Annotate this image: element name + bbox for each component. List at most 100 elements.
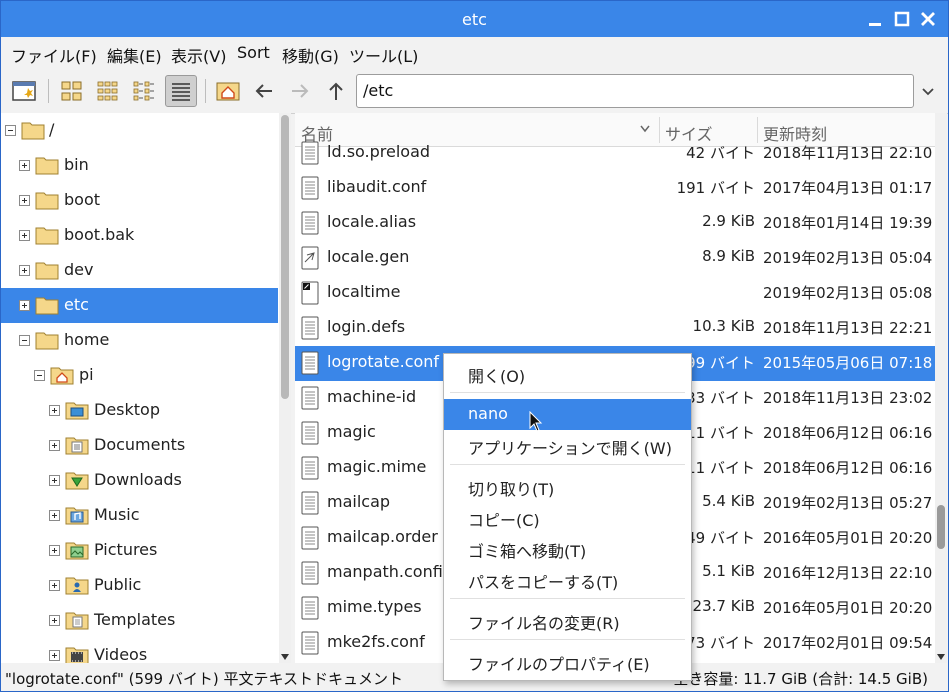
title-bar[interactable]: etc bbox=[1, 1, 948, 37]
expand-icon[interactable] bbox=[19, 195, 30, 206]
videos-folder-icon bbox=[65, 647, 89, 663]
menu-item-copy-path[interactable]: パスをコピーする(T) bbox=[444, 564, 691, 595]
menu-view[interactable]: 表示(V) bbox=[171, 43, 226, 67]
scrollbar-thumb[interactable] bbox=[281, 115, 289, 399]
file-row[interactable]: locale.gen 8.9 KiB 2019年02月13日 05:04 bbox=[295, 241, 935, 276]
sort-chevron-down-icon[interactable] bbox=[639, 124, 651, 134]
file-row[interactable]: libaudit.conf 191 バイト 2017年04月13日 01:17 bbox=[295, 171, 935, 206]
back-button[interactable] bbox=[251, 78, 277, 104]
tree-item-documents[interactable]: Documents bbox=[1, 428, 278, 463]
collapse-icon[interactable] bbox=[19, 335, 30, 346]
tree-item-boot[interactable]: boot bbox=[1, 183, 278, 218]
tree-item-etc[interactable]: etc bbox=[1, 288, 278, 323]
collapse-icon[interactable] bbox=[34, 370, 45, 381]
folder-icon bbox=[35, 332, 59, 350]
menu-tools[interactable]: ツール(L) bbox=[349, 43, 418, 67]
expand-icon[interactable] bbox=[49, 405, 60, 416]
path-input[interactable]: /etc bbox=[356, 74, 914, 108]
file-list-scrollbar[interactable] bbox=[935, 113, 947, 663]
icon-view-button[interactable] bbox=[59, 78, 85, 104]
tree-item-home[interactable]: home bbox=[1, 323, 278, 358]
tree-item-videos[interactable]: Videos bbox=[1, 638, 278, 663]
menu-item-move-to-trash[interactable]: ゴミ箱へ移動(T) bbox=[444, 533, 691, 564]
expand-icon[interactable] bbox=[19, 300, 30, 311]
folder-icon bbox=[35, 297, 59, 315]
tree-item-label: pi bbox=[79, 365, 94, 384]
text-file-icon bbox=[301, 351, 319, 375]
up-button[interactable] bbox=[323, 78, 349, 104]
file-name: mke2fs.conf bbox=[327, 632, 425, 651]
tree-item-label: Videos bbox=[94, 645, 148, 663]
icon-view-icon bbox=[61, 81, 82, 101]
status-free-space: 空き容量: 11.7 GiB (合計: 14.5 GiB) bbox=[673, 670, 928, 688]
sidebar-scrollbar[interactable] bbox=[279, 113, 291, 663]
minimize-icon[interactable] bbox=[866, 10, 884, 28]
menu-file[interactable]: ファイル(F) bbox=[11, 43, 97, 67]
tree-item-boot-bak[interactable]: boot.bak bbox=[1, 218, 278, 253]
tree-item-public[interactable]: Public bbox=[1, 568, 278, 603]
menu-item-cut[interactable]: 切り取り(T) bbox=[444, 471, 691, 502]
expand-icon[interactable] bbox=[49, 475, 60, 486]
compact-view-button[interactable] bbox=[131, 78, 157, 104]
tree-item-label: dev bbox=[64, 260, 94, 279]
file-row[interactable]: locale.alias 2.9 KiB 2018年01月14日 19:39 bbox=[295, 206, 935, 241]
close-icon[interactable] bbox=[919, 10, 937, 28]
tree-item-dev[interactable]: dev bbox=[1, 253, 278, 288]
menu-edit[interactable]: 編集(E) bbox=[107, 43, 162, 67]
expand-icon[interactable] bbox=[19, 265, 30, 276]
menu-bar: ファイル(F) 編集(E) 表示(V) Sort 移動(G) ツール(L) bbox=[1, 37, 948, 69]
expand-icon[interactable] bbox=[49, 440, 60, 451]
binary-file-icon bbox=[301, 281, 319, 305]
file-name: machine-id bbox=[327, 387, 417, 406]
forward-button[interactable] bbox=[287, 78, 313, 104]
tree-item-templates[interactable]: Templates bbox=[1, 603, 278, 638]
tree-item-bin[interactable]: bin bbox=[1, 148, 278, 183]
file-name: magic bbox=[327, 422, 376, 441]
tree-item-pictures[interactable]: Pictures bbox=[1, 533, 278, 568]
text-file-icon bbox=[301, 211, 319, 235]
home-folder-icon bbox=[50, 367, 74, 385]
collapse-icon[interactable] bbox=[5, 125, 16, 136]
menu-go[interactable]: 移動(G) bbox=[282, 43, 339, 67]
tree-item-pi[interactable]: pi bbox=[1, 358, 278, 393]
maximize-icon[interactable] bbox=[893, 10, 911, 28]
menu-item-rename[interactable]: ファイル名の変更(R) bbox=[444, 605, 691, 636]
menu-sort[interactable]: Sort bbox=[237, 43, 270, 62]
home-button[interactable] bbox=[215, 78, 241, 104]
new-tab-button[interactable] bbox=[11, 78, 37, 104]
menu-item-open-with[interactable]: アプリケーションで開く(W) bbox=[444, 430, 691, 461]
menu-item-open[interactable]: 開く(O) bbox=[444, 358, 691, 389]
expand-icon[interactable] bbox=[49, 615, 60, 626]
expand-icon[interactable] bbox=[49, 545, 60, 556]
scroll-down-arrow-icon[interactable] bbox=[281, 654, 289, 660]
file-size: 191 バイト bbox=[676, 179, 755, 197]
text-file-icon bbox=[301, 491, 319, 515]
file-row[interactable]: localtime 2019年02月13日 05:08 bbox=[295, 276, 935, 311]
scrollbar-thumb[interactable] bbox=[937, 505, 945, 549]
file-row[interactable]: login.defs 10.3 KiB 2018年11月13日 22:21 bbox=[295, 311, 935, 346]
menu-item-nano[interactable]: nano bbox=[444, 399, 691, 430]
tree-item-downloads[interactable]: Downloads bbox=[1, 463, 278, 498]
expand-icon[interactable] bbox=[49, 510, 60, 521]
chevron-down-icon[interactable] bbox=[917, 81, 939, 101]
expand-icon[interactable] bbox=[19, 160, 30, 171]
tree-item-desktop[interactable]: Desktop bbox=[1, 393, 278, 428]
arrow-left-icon bbox=[255, 84, 272, 98]
file-row[interactable]: ld.so.preload 42 バイト 2018年11月13日 22:10 bbox=[295, 136, 935, 171]
menu-separator bbox=[450, 464, 685, 465]
menu-item-properties[interactable]: ファイルのプロパティ(E) bbox=[444, 646, 691, 677]
file-modified: 2019年02月13日 05:04 bbox=[763, 249, 933, 267]
file-modified: 2018年06月12日 06:16 bbox=[763, 424, 933, 442]
tree-item-root[interactable]: / bbox=[1, 113, 278, 148]
thumbnail-view-button[interactable] bbox=[95, 78, 121, 104]
expand-icon[interactable] bbox=[49, 580, 60, 591]
file-name: magic.mime bbox=[327, 457, 427, 476]
expand-icon[interactable] bbox=[49, 650, 60, 661]
expand-icon[interactable] bbox=[19, 230, 30, 241]
desktop-folder-icon bbox=[65, 402, 89, 420]
menu-item-copy[interactable]: コピー(C) bbox=[444, 502, 691, 533]
scroll-down-arrow-icon[interactable] bbox=[937, 654, 945, 660]
detailed-list-view-button[interactable] bbox=[165, 75, 197, 107]
file-modified: 2019年02月13日 05:08 bbox=[763, 284, 933, 302]
tree-item-music[interactable]: Music bbox=[1, 498, 278, 533]
